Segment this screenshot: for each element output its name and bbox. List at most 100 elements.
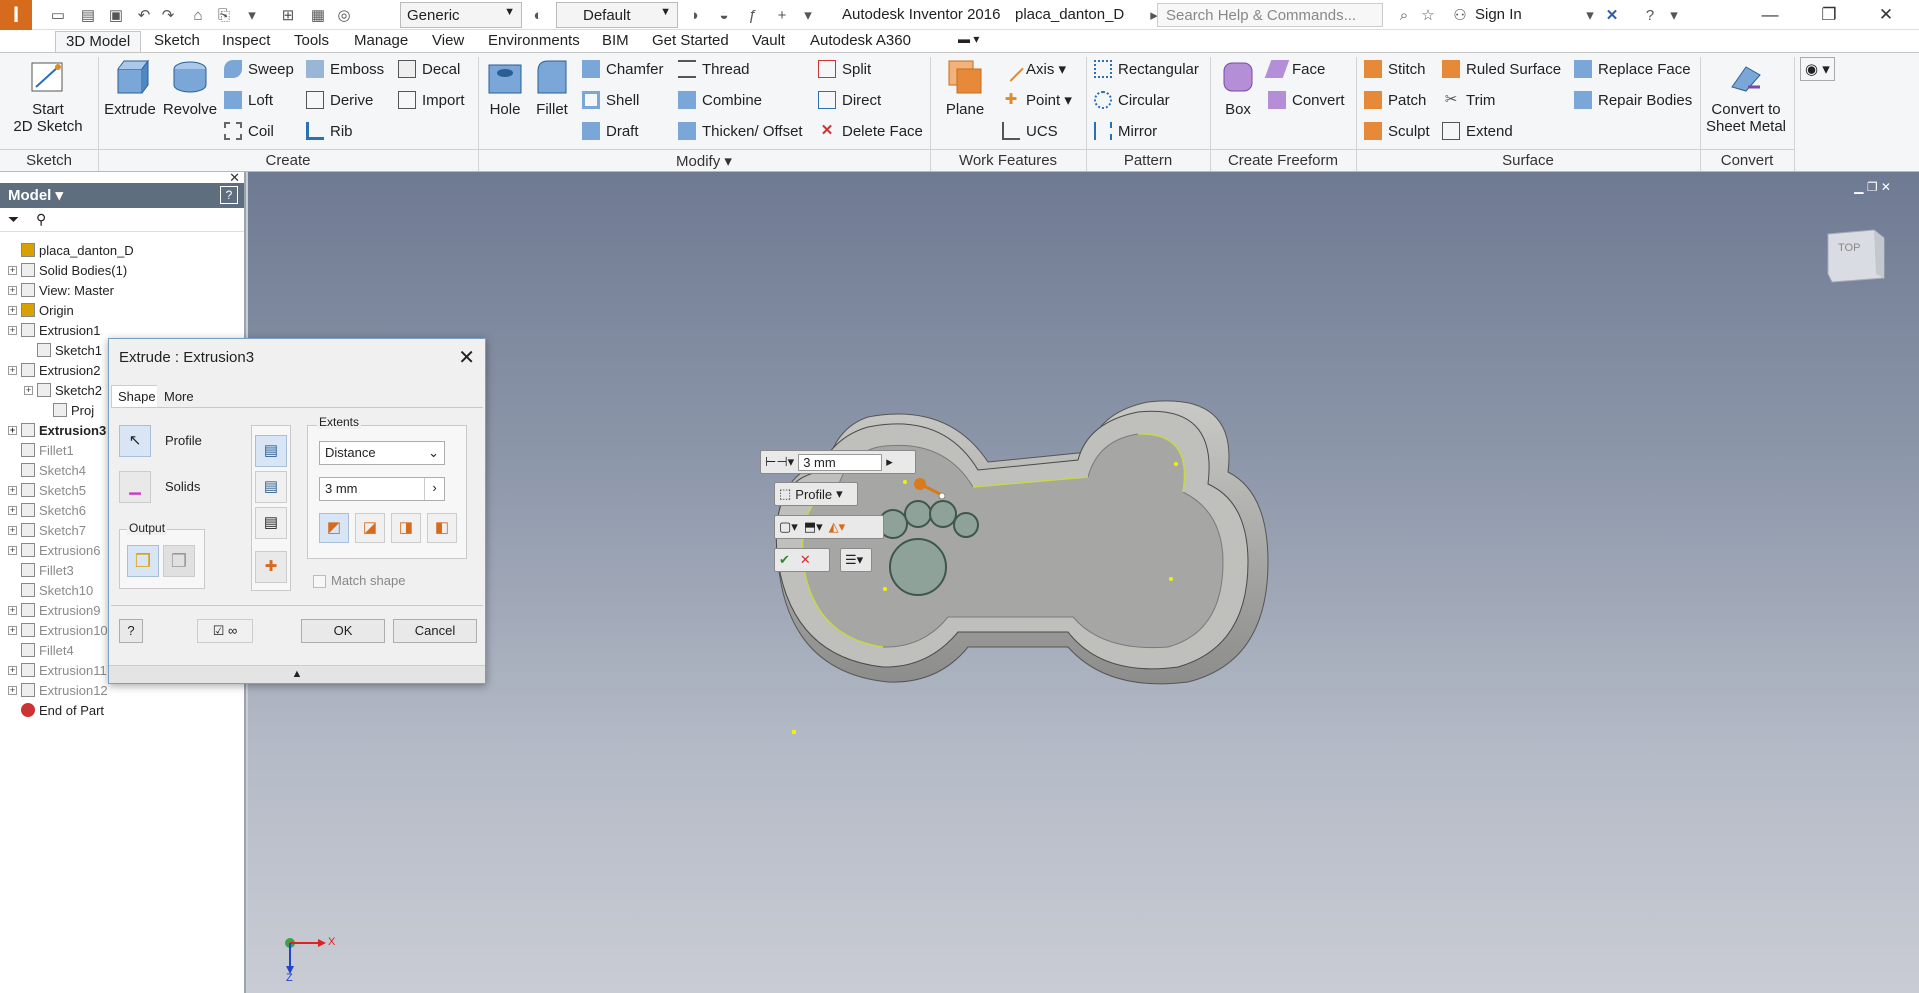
combine-button[interactable]: Combine bbox=[678, 88, 762, 112]
tree-node[interactable]: + Sketch7 bbox=[8, 520, 86, 540]
viewport-window-controls[interactable]: ▁ ❐ ✕ bbox=[1854, 180, 1891, 194]
expand-icon[interactable]: + bbox=[8, 325, 17, 335]
patch-button[interactable]: Patch bbox=[1364, 88, 1426, 112]
tab-more[interactable]: More bbox=[157, 385, 201, 408]
tab-inspect[interactable]: Inspect bbox=[212, 31, 280, 52]
tree-node[interactable]: Fillet3 bbox=[21, 560, 74, 580]
expand-icon[interactable]: + bbox=[8, 305, 17, 315]
derive-button[interactable]: Derive bbox=[306, 88, 373, 112]
tree-node[interactable]: Fillet1 bbox=[21, 440, 74, 460]
tree-node[interactable]: End of Part bbox=[21, 700, 104, 720]
distance-input[interactable]: 3 mm › bbox=[319, 477, 445, 501]
split-button[interactable]: Split bbox=[818, 57, 871, 81]
tab-shape[interactable]: Shape bbox=[111, 385, 163, 408]
mini-options-bar[interactable]: ▢▾ ⬒▾ ◭▾ bbox=[774, 515, 884, 539]
material-select[interactable]: Generic ▼ bbox=[400, 2, 522, 28]
chevron-right-icon[interactable]: › bbox=[424, 478, 444, 500]
clear-appearance-icon[interactable]: ◒ bbox=[712, 3, 736, 27]
app-menu-button[interactable]: I bbox=[0, 0, 32, 30]
minimize-button[interactable]: — bbox=[1747, 0, 1793, 30]
sign-in-link[interactable]: Sign In bbox=[1475, 6, 1522, 23]
expand-icon[interactable]: + bbox=[8, 625, 17, 635]
expand-icon[interactable]: + bbox=[8, 485, 17, 495]
tree-node[interactable]: + Extrusion6 bbox=[8, 540, 100, 560]
update-icon[interactable]: ⎘ bbox=[212, 3, 236, 27]
exchange-icon[interactable]: ✕ bbox=[1600, 3, 1624, 27]
mirror-button[interactable]: Mirror bbox=[1094, 119, 1157, 143]
tab-sketch[interactable]: Sketch bbox=[144, 31, 210, 52]
trim-button[interactable]: ✂ Trim bbox=[1442, 88, 1496, 112]
browser-title[interactable]: Model ▾ bbox=[8, 186, 63, 204]
tab-view[interactable]: View bbox=[422, 31, 474, 52]
expand-icon[interactable]: + bbox=[8, 545, 17, 555]
solids-select-button[interactable]: ▁ bbox=[119, 471, 151, 503]
import-button[interactable]: Import bbox=[398, 88, 465, 112]
thicken-offset-button[interactable]: Thicken/ Offset bbox=[678, 119, 803, 143]
loft-button[interactable]: Loft bbox=[224, 88, 273, 112]
point-button[interactable]: ✚ Point ▾ bbox=[1002, 88, 1072, 112]
face-button[interactable]: Face bbox=[1264, 57, 1325, 81]
search-input[interactable]: Search Help & Commands... bbox=[1157, 3, 1383, 27]
help-dropdown-icon[interactable]: ▾ bbox=[1662, 3, 1686, 27]
start-2d-sketch-button[interactable]: Start 2D Sketch bbox=[12, 57, 84, 135]
tree-node[interactable]: + View: Master bbox=[8, 280, 114, 300]
convert-to-sheet-metal-button[interactable]: Convert to Sheet Metal bbox=[1704, 57, 1788, 135]
tab-vault[interactable]: Vault bbox=[742, 31, 795, 52]
circular-pattern-button[interactable]: Circular bbox=[1094, 88, 1170, 112]
mini-toolbar-distance[interactable]: ⊢⊣▾ 3 mm ▸ bbox=[760, 450, 916, 474]
expand-icon[interactable]: + bbox=[8, 505, 17, 515]
tree-node[interactable]: + Extrusion1 bbox=[8, 320, 100, 340]
new-icon[interactable]: ▭ bbox=[46, 3, 70, 27]
ribbon-options-button[interactable]: ◉ ▾ bbox=[1800, 57, 1835, 81]
cancel-x-icon[interactable]: ✕ bbox=[800, 552, 811, 568]
output-surface-button[interactable]: ❒ bbox=[163, 545, 195, 577]
extrude-button[interactable]: Extrude bbox=[102, 57, 158, 118]
stitch-button[interactable]: Stitch bbox=[1364, 57, 1426, 81]
direct-button[interactable]: Direct bbox=[818, 88, 881, 112]
expand-icon[interactable]: + bbox=[8, 665, 17, 675]
sign-in-dropdown-icon[interactable]: ▾ bbox=[1578, 3, 1602, 27]
revolve-button[interactable]: Revolve bbox=[160, 57, 220, 118]
add-icon[interactable]: + bbox=[770, 3, 794, 27]
ribbon-toggle-icon[interactable]: ▬ ▾ bbox=[948, 31, 989, 52]
customize-qat-icon[interactable]: ▾ bbox=[796, 3, 820, 27]
chamfer-button[interactable]: Chamfer bbox=[582, 57, 664, 81]
box-button[interactable]: Box bbox=[1216, 57, 1260, 118]
appearance-select[interactable]: Default ▼ bbox=[556, 2, 678, 28]
tree-node[interactable]: + Extrusion11 bbox=[8, 660, 107, 680]
extend-button[interactable]: Extend bbox=[1442, 119, 1513, 143]
expand-icon[interactable]: + bbox=[8, 265, 17, 275]
join-button[interactable]: ▤ bbox=[255, 435, 287, 467]
home-icon[interactable]: ⌂ bbox=[186, 3, 210, 27]
tree-node[interactable]: + Solid Bodies(1) bbox=[8, 260, 127, 280]
tree-node[interactable]: + Sketch6 bbox=[8, 500, 86, 520]
intersect-button[interactable]: ▤ bbox=[255, 507, 287, 539]
tree-node[interactable]: Proj bbox=[53, 400, 94, 420]
expand-icon[interactable]: + bbox=[8, 525, 17, 535]
apply-check-icon[interactable]: ✔ bbox=[779, 552, 790, 568]
direction-default-button[interactable]: ◩ bbox=[319, 513, 349, 543]
rib-button[interactable]: Rib bbox=[306, 119, 353, 143]
sculpt-button[interactable]: Sculpt bbox=[1364, 119, 1430, 143]
tree-node[interactable]: + Origin bbox=[8, 300, 74, 320]
tree-node[interactable]: + Sketch2 bbox=[24, 380, 102, 400]
tree-node[interactable]: Sketch10 bbox=[21, 580, 93, 600]
tree-node[interactable]: + Extrusion2 bbox=[8, 360, 100, 380]
tab-environments[interactable]: Environments bbox=[478, 31, 590, 52]
ucs-button[interactable]: UCS bbox=[1002, 119, 1058, 143]
preview-toggle[interactable]: ☑ ∞ bbox=[197, 619, 253, 643]
thread-button[interactable]: Thread bbox=[678, 57, 750, 81]
draft-button[interactable]: Draft bbox=[582, 119, 639, 143]
dialog-close-button[interactable]: ✕ bbox=[458, 345, 475, 370]
rectangular-pattern-button[interactable]: Rectangular bbox=[1094, 57, 1199, 81]
fillet-button[interactable]: Fillet bbox=[532, 57, 572, 118]
direction-flipped-button[interactable]: ◪ bbox=[355, 513, 385, 543]
axis-button[interactable]: Axis ▾ bbox=[998, 56, 1066, 82]
decal-button[interactable]: Decal bbox=[398, 57, 460, 81]
measure-icon[interactable]: ⊞ bbox=[276, 3, 300, 27]
expand-icon[interactable]: + bbox=[8, 605, 17, 615]
undo-icon[interactable]: ↶ bbox=[132, 3, 156, 27]
plane-button[interactable]: Plane bbox=[940, 57, 990, 118]
restore-button[interactable]: ❐ bbox=[1806, 0, 1852, 30]
cancel-button[interactable]: Cancel bbox=[393, 619, 477, 643]
